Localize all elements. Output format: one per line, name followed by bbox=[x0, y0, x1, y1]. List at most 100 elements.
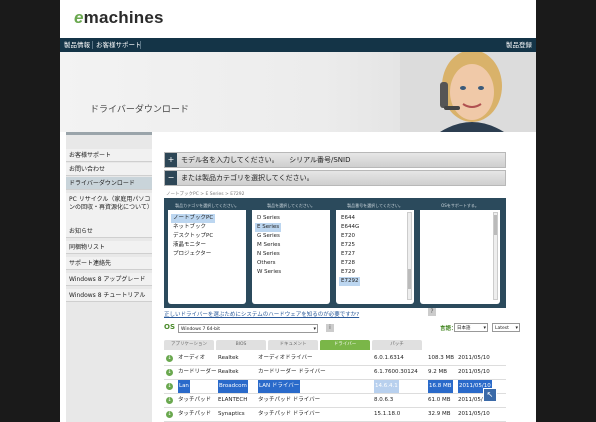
os-list-header: OSをサポートする。 bbox=[420, 202, 500, 210]
expand-icon[interactable]: + bbox=[165, 153, 177, 167]
series-option[interactable]: N Series bbox=[255, 250, 282, 259]
tab-patches[interactable]: パッチ bbox=[372, 340, 422, 350]
category-option[interactable]: ノートブックPC bbox=[171, 214, 216, 223]
language-select-value: 日本語 bbox=[457, 326, 471, 331]
nav-product-info[interactable]: 製品情報 bbox=[64, 38, 90, 52]
sidebar: お客様サポート お問い合わせ ドライバーダウンロード PC リサイクル（家庭用パ… bbox=[66, 132, 153, 422]
download-icon[interactable]: ↓ bbox=[166, 369, 173, 376]
driver-description: LAN ドライバー bbox=[258, 380, 301, 393]
top-nav: 製品情報 お客様サポート 製品登録 bbox=[60, 38, 536, 52]
driver-category: Lan bbox=[178, 380, 190, 393]
driver-row: ↓ Lan Broadcom LAN ドライバー 14.6.4.1 16.8 M… bbox=[164, 380, 506, 394]
back-to-top-icon[interactable]: ↖ bbox=[483, 388, 497, 402]
tab-bios[interactable]: BIOS bbox=[216, 340, 266, 350]
sidebar-item-win8-tutorial[interactable]: Windows 8 チュートリアル bbox=[66, 289, 152, 302]
series-option[interactable]: M Series bbox=[255, 241, 282, 250]
driver-description: カードリーダー ドライバー bbox=[258, 369, 326, 375]
model-option[interactable]: E720 bbox=[339, 232, 357, 241]
category-list[interactable]: 製品カテゴリを選択してください。 ノートブックPC ネットブック デスクトップP… bbox=[168, 202, 246, 304]
driver-size: 108.3 MB bbox=[428, 355, 455, 361]
sidebar-item-support[interactable]: お客様サポート bbox=[66, 149, 152, 162]
model-option[interactable]: E729 bbox=[339, 268, 357, 277]
model-option[interactable]: E7292 bbox=[339, 277, 361, 286]
tab-drivers[interactable]: ドライバー bbox=[320, 340, 370, 350]
hero-banner: ドライバーダウンロード bbox=[60, 52, 536, 132]
hardware-help-link[interactable]: 正しいドライバーを選ぶためにシステムのハードウェアを知るのが必要ですか? bbox=[164, 310, 359, 318]
sidebar-item-pc-recycle[interactable]: PC リサイクル（家庭用パソコンの回収・再資源化について） bbox=[66, 193, 153, 227]
driver-vendor: ELANTECH bbox=[218, 397, 248, 403]
model-option[interactable]: E644G bbox=[339, 223, 361, 232]
model-option[interactable]: E725 bbox=[339, 241, 357, 250]
driver-category: オーディオ bbox=[178, 355, 206, 361]
emachines-logo[interactable]: emachines bbox=[74, 8, 164, 28]
sidebar-item-contact[interactable]: お問い合わせ bbox=[66, 163, 152, 176]
driver-category: カードリーダー bbox=[178, 369, 217, 375]
driver-description: タッチパッド ドライバー bbox=[258, 397, 321, 403]
category-option[interactable]: ネットブック bbox=[171, 223, 208, 232]
breadcrumb: ノートブックPC > E Series > E7292 bbox=[166, 192, 245, 197]
driver-vendor: Realtek bbox=[218, 369, 239, 375]
tab-applications[interactable]: アプリケーション bbox=[164, 340, 214, 350]
category-select-row[interactable]: − または製品カテゴリを選択してください。 bbox=[164, 170, 506, 186]
model-list-header: 製品番号を選択してください。 bbox=[336, 202, 414, 210]
category-option[interactable]: プロジェクター bbox=[171, 250, 213, 259]
os-select-value: Windows 7 64-bit bbox=[181, 327, 221, 332]
help-icon[interactable]: ? bbox=[428, 308, 436, 316]
driver-row: ↓ オーディオ Realtek オーディオドライバー 6.0.1.6314 10… bbox=[164, 352, 506, 366]
sidebar-item-contact-info[interactable]: サポート連絡先 bbox=[66, 257, 152, 270]
driver-row: ↓ カードリーダー Realtek カードリーダー ドライバー 6.1.7600… bbox=[164, 366, 506, 380]
support-agent-photo bbox=[400, 52, 536, 132]
scroll-thumb[interactable] bbox=[408, 269, 411, 289]
tab-documents[interactable]: ドキュメント bbox=[268, 340, 318, 350]
os-list[interactable]: OSをサポートする。 bbox=[420, 202, 500, 304]
download-icon[interactable]: ↓ bbox=[166, 411, 173, 418]
nav-support[interactable]: お客様サポート bbox=[96, 38, 142, 52]
driver-row: ↓ タッチパッド ELANTECH タッチパッド ドライバー 8.0.6.3 6… bbox=[164, 394, 506, 408]
driver-date: 2011/05/10 bbox=[458, 411, 490, 417]
model-list-scrollbar[interactable] bbox=[407, 212, 412, 300]
series-option[interactable]: D Series bbox=[255, 214, 282, 223]
model-list[interactable]: 製品番号を選択してください。 E644 E644G E720 E725 E727… bbox=[336, 202, 414, 304]
download-icon[interactable]: ↓ bbox=[166, 397, 173, 404]
series-list-header: 製品を選択してください。 bbox=[252, 202, 330, 210]
driver-version: 6.1.7600.30124 bbox=[374, 369, 418, 375]
series-option[interactable]: E Series bbox=[255, 223, 282, 232]
series-option[interactable]: W Series bbox=[255, 268, 283, 277]
category-option[interactable]: デスクトップPC bbox=[171, 232, 215, 241]
series-option[interactable]: G Series bbox=[255, 232, 282, 241]
os-select[interactable]: Windows 7 64-bit ▾ bbox=[178, 324, 318, 333]
scroll-thumb[interactable] bbox=[494, 215, 497, 235]
product-selector: 製品カテゴリを選択してください。 ノートブックPC ネットブック デスクトップP… bbox=[164, 198, 506, 308]
driver-row: ↓ タッチパッド Synaptics タッチパッド ドライバー 15.1.18.… bbox=[164, 408, 506, 422]
collapse-icon[interactable]: − bbox=[165, 171, 177, 185]
model-search-row[interactable]: + モデル名を入力してください。 シリアル番号/SNID bbox=[164, 152, 506, 168]
driver-date: 2011/05/10 bbox=[458, 369, 490, 375]
version-select[interactable]: Latest ▾ bbox=[492, 323, 520, 332]
driver-version: 6.0.1.6314 bbox=[374, 355, 404, 361]
driver-size: 61.0 MB bbox=[428, 397, 451, 403]
model-option[interactable]: E644 bbox=[339, 214, 357, 223]
model-option[interactable]: E727 bbox=[339, 250, 357, 259]
sidebar-item-news[interactable]: お知らせ bbox=[66, 225, 152, 238]
driver-vendor: Synaptics bbox=[218, 411, 245, 417]
nav-register[interactable]: 製品登録 bbox=[506, 38, 532, 52]
info-icon[interactable]: i bbox=[326, 324, 334, 332]
download-icon[interactable]: ↓ bbox=[166, 355, 173, 362]
sidebar-item-win8-upgrade[interactable]: Windows 8 アップグレード bbox=[66, 273, 152, 286]
series-list[interactable]: 製品を選択してください。 D Series E Series G Series … bbox=[252, 202, 330, 304]
sidebar-item-driver-download[interactable]: ドライバーダウンロード bbox=[66, 177, 152, 190]
version-select-value: Latest bbox=[495, 326, 509, 331]
language-select[interactable]: 日本語 ▾ bbox=[454, 323, 488, 332]
driver-size: 16.8 MB bbox=[428, 380, 453, 393]
download-icon[interactable]: ↓ bbox=[166, 383, 173, 390]
os-label: OS bbox=[164, 323, 175, 331]
nav-divider bbox=[92, 41, 93, 49]
os-list-scrollbar[interactable] bbox=[493, 212, 498, 300]
series-option[interactable]: Others bbox=[255, 259, 277, 268]
category-option[interactable]: 液晶モニター bbox=[171, 241, 208, 250]
model-option[interactable]: E728 bbox=[339, 259, 357, 268]
driver-description: タッチパッド ドライバー bbox=[258, 411, 321, 417]
chevron-down-icon: ▾ bbox=[313, 326, 316, 332]
driver-category: タッチパッド bbox=[178, 411, 212, 417]
sidebar-item-bundle-list[interactable]: 同梱物リスト bbox=[66, 241, 152, 254]
